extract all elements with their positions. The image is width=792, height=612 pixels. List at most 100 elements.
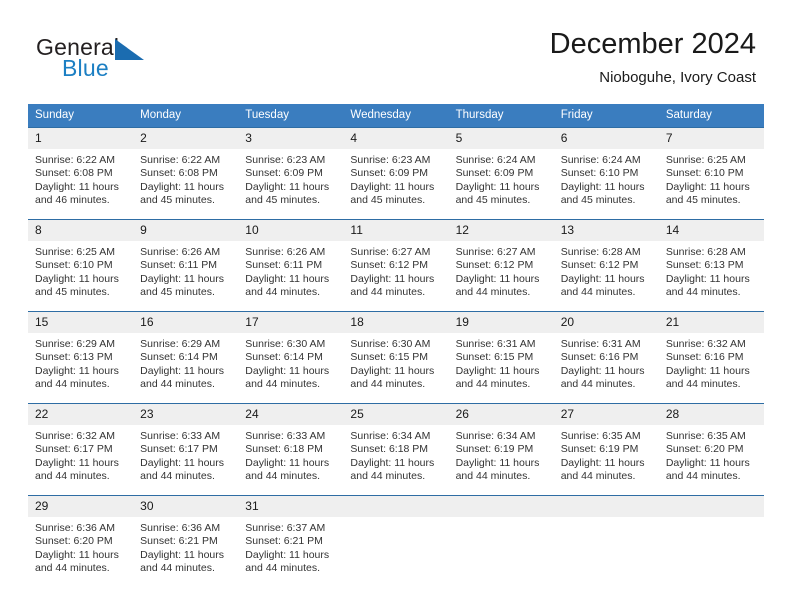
sunrise-text: Sunrise: 6:25 AM (35, 246, 115, 258)
daylight-text: Daylight: 11 hours and 44 minutes. (245, 456, 330, 483)
day-details: Sunrise: 6:28 AM Sunset: 6:13 PM Daylight:… (659, 241, 764, 311)
brand-triangle-icon (115, 39, 144, 60)
calendar-day-cell-empty (343, 495, 449, 587)
daylight-text: Daylight: 11 hours and 44 minutes. (350, 272, 435, 299)
daylight-text: Daylight: 11 hours and 44 minutes. (350, 364, 435, 391)
daylight-text: Daylight: 11 hours and 44 minutes. (560, 456, 645, 483)
sunrise-text: Sunrise: 6:32 AM (35, 430, 115, 442)
daylight-text: Daylight: 11 hours and 44 minutes. (35, 456, 119, 483)
calendar-day-cell[interactable]: 5 Sunrise: 6:24 AM Sunset: 6:09 PM Daylight… (448, 127, 554, 220)
day-details: Sunrise: 6:24 AM Sunset: 6:09 PM Daylight:… (449, 149, 554, 219)
daylight-text: Daylight: 11 hours and 44 minutes. (245, 364, 330, 391)
sunrise-text: Sunrise: 6:33 AM (245, 430, 326, 442)
calendar-day-cell[interactable]: 4 Sunrise: 6:23 AM Sunset: 6:09 PM Daylight… (343, 127, 449, 220)
calendar-day-cell[interactable]: 14 Sunrise: 6:28 AM Sunset: 6:13 PM Dayligh… (658, 219, 764, 312)
day-details: Sunrise: 6:31 AM Sunset: 6:16 PM Daylight:… (554, 333, 659, 403)
day-number: 6 (553, 128, 659, 149)
day-details: Sunrise: 6:25 AM Sunset: 6:10 PM Daylight:… (28, 241, 133, 311)
day-number: 1 (28, 128, 134, 149)
calendar-day-cell[interactable]: 22 Sunrise: 6:32 AM Sunset: 6:17 PM Dayligh… (28, 403, 134, 496)
page-header: General Blue December 2024 Nioboguhe, Iv… (0, 0, 792, 102)
sunset-text: Sunset: 6:08 PM (35, 167, 113, 180)
calendar-day-cell[interactable]: 8 Sunrise: 6:25 AM Sunset: 6:10 PM Daylight… (28, 219, 134, 312)
calendar-day-cell[interactable]: 3 Sunrise: 6:23 AM Sunset: 6:09 PM Daylight… (238, 127, 344, 220)
calendar-day-cell[interactable]: 1 Sunrise: 6:22 AM Sunset: 6:08 PM Daylight… (28, 127, 134, 220)
daylight-text: Daylight: 11 hours and 44 minutes. (35, 364, 119, 391)
calendar-day-cell[interactable]: 13 Sunrise: 6:28 AM Sunset: 6:12 PM Dayligh… (553, 219, 659, 312)
calendar-day-cell[interactable]: 11 Sunrise: 6:27 AM Sunset: 6:12 PM Dayligh… (343, 219, 449, 312)
sunset-text: Sunset: 6:14 PM (140, 351, 218, 364)
sunset-text: Sunset: 6:10 PM (35, 259, 113, 272)
day-number: 17 (238, 312, 344, 333)
page-subtitle: Nioboguhe, Ivory Coast (599, 69, 756, 86)
calendar-day-cell[interactable]: 29 Sunrise: 6:36 AM Sunset: 6:20 PM Dayligh… (28, 495, 134, 587)
calendar-day-cell[interactable]: 10 Sunrise: 6:26 AM Sunset: 6:11 PM Dayligh… (238, 219, 344, 312)
calendar-day-cell[interactable]: 27 Sunrise: 6:35 AM Sunset: 6:19 PM Dayligh… (553, 403, 659, 496)
calendar-day-cell[interactable]: 24 Sunrise: 6:33 AM Sunset: 6:18 PM Dayligh… (238, 403, 344, 496)
calendar-day-cell[interactable]: 16 Sunrise: 6:29 AM Sunset: 6:14 PM Dayligh… (133, 311, 239, 404)
sunrise-text: Sunrise: 6:26 AM (245, 246, 326, 258)
calendar-week-row: 1 Sunrise: 6:22 AM Sunset: 6:08 PM Daylight… (28, 127, 764, 220)
sunset-text: Sunset: 6:21 PM (140, 535, 218, 548)
day-number: 8 (28, 220, 134, 241)
calendar-day-cell[interactable]: 12 Sunrise: 6:27 AM Sunset: 6:12 PM Dayligh… (448, 219, 554, 312)
daylight-text: Daylight: 11 hours and 45 minutes. (245, 180, 330, 207)
calendar-day-cell-empty (658, 495, 764, 587)
day-details (554, 517, 659, 587)
sunrise-text: Sunrise: 6:23 AM (245, 154, 326, 166)
daylight-text: Daylight: 11 hours and 44 minutes. (350, 456, 435, 483)
calendar-day-cell[interactable]: 9 Sunrise: 6:26 AM Sunset: 6:11 PM Daylight… (133, 219, 239, 312)
day-details: Sunrise: 6:22 AM Sunset: 6:08 PM Daylight:… (28, 149, 133, 219)
daylight-text: Daylight: 11 hours and 44 minutes. (140, 364, 224, 391)
calendar-day-cell[interactable]: 15 Sunrise: 6:29 AM Sunset: 6:13 PM Dayligh… (28, 311, 134, 404)
title-block: December 2024 Nioboguhe, Ivory Coast (550, 26, 756, 87)
calendar-day-cell[interactable]: 30 Sunrise: 6:36 AM Sunset: 6:21 PM Dayligh… (133, 495, 239, 587)
calendar-day-cell[interactable]: 23 Sunrise: 6:33 AM Sunset: 6:17 PM Dayligh… (133, 403, 239, 496)
calendar-day-cell[interactable]: 31 Sunrise: 6:37 AM Sunset: 6:21 PM Dayligh… (238, 495, 344, 587)
day-details: Sunrise: 6:35 AM Sunset: 6:19 PM Daylight:… (554, 425, 659, 495)
calendar-page: General Blue December 2024 Nioboguhe, Iv… (0, 0, 792, 612)
calendar-day-cell[interactable]: 17 Sunrise: 6:30 AM Sunset: 6:14 PM Dayligh… (238, 311, 344, 404)
calendar-day-cell[interactable]: 6 Sunrise: 6:24 AM Sunset: 6:10 PM Daylight… (553, 127, 659, 220)
daylight-text: Daylight: 11 hours and 44 minutes. (245, 548, 330, 575)
day-number (658, 496, 764, 517)
daylight-text: Daylight: 11 hours and 45 minutes. (350, 180, 435, 207)
calendar-day-cell[interactable]: 20 Sunrise: 6:31 AM Sunset: 6:16 PM Dayligh… (553, 311, 659, 404)
calendar-day-cell[interactable]: 19 Sunrise: 6:31 AM Sunset: 6:15 PM Dayligh… (448, 311, 554, 404)
day-details: Sunrise: 6:26 AM Sunset: 6:11 PM Daylight:… (238, 241, 343, 311)
daylight-text: Daylight: 11 hours and 45 minutes. (560, 180, 645, 207)
calendar-day-cell[interactable]: 25 Sunrise: 6:34 AM Sunset: 6:18 PM Dayligh… (343, 403, 449, 496)
sunset-text: Sunset: 6:17 PM (35, 443, 113, 456)
day-number (448, 496, 554, 517)
day-number: 23 (133, 404, 239, 425)
day-number (553, 496, 659, 517)
day-number: 9 (133, 220, 239, 241)
day-details: Sunrise: 6:32 AM Sunset: 6:16 PM Daylight:… (659, 333, 764, 403)
day-number: 29 (28, 496, 134, 517)
sunrise-text: Sunrise: 6:23 AM (350, 154, 431, 166)
calendar-day-cell[interactable]: 2 Sunrise: 6:22 AM Sunset: 6:08 PM Daylight… (133, 127, 239, 220)
day-details: Sunrise: 6:28 AM Sunset: 6:12 PM Daylight:… (554, 241, 659, 311)
sunrise-text: Sunrise: 6:35 AM (560, 430, 641, 442)
brand-logo[interactable]: General Blue (36, 34, 256, 94)
sunset-text: Sunset: 6:11 PM (245, 259, 323, 272)
daylight-text: Daylight: 11 hours and 46 minutes. (35, 180, 119, 207)
calendar-day-cell[interactable]: 28 Sunrise: 6:35 AM Sunset: 6:20 PM Dayligh… (658, 403, 764, 496)
daylight-text: Daylight: 11 hours and 44 minutes. (665, 364, 750, 391)
day-number: 26 (448, 404, 554, 425)
day-details: Sunrise: 6:24 AM Sunset: 6:10 PM Daylight:… (554, 149, 659, 219)
calendar-day-cell[interactable]: 21 Sunrise: 6:32 AM Sunset: 6:16 PM Dayligh… (658, 311, 764, 404)
calendar-day-cell[interactable]: 18 Sunrise: 6:30 AM Sunset: 6:15 PM Dayligh… (343, 311, 449, 404)
sunrise-text: Sunrise: 6:25 AM (665, 154, 746, 166)
sunset-text: Sunset: 6:14 PM (245, 351, 323, 364)
day-details: Sunrise: 6:35 AM Sunset: 6:20 PM Daylight:… (659, 425, 764, 495)
calendar-day-cell[interactable]: 26 Sunrise: 6:34 AM Sunset: 6:19 PM Dayligh… (448, 403, 554, 496)
sunset-text: Sunset: 6:21 PM (245, 535, 323, 548)
day-details: Sunrise: 6:29 AM Sunset: 6:14 PM Daylight:… (133, 333, 238, 403)
sunrise-text: Sunrise: 6:26 AM (140, 246, 221, 258)
sunset-text: Sunset: 6:17 PM (140, 443, 218, 456)
day-details: Sunrise: 6:29 AM Sunset: 6:13 PM Daylight:… (28, 333, 133, 403)
day-details: Sunrise: 6:27 AM Sunset: 6:12 PM Daylight:… (343, 241, 448, 311)
calendar-day-cell[interactable]: 7 Sunrise: 6:25 AM Sunset: 6:10 PM Daylight… (658, 127, 764, 220)
sunrise-text: Sunrise: 6:24 AM (455, 154, 536, 166)
